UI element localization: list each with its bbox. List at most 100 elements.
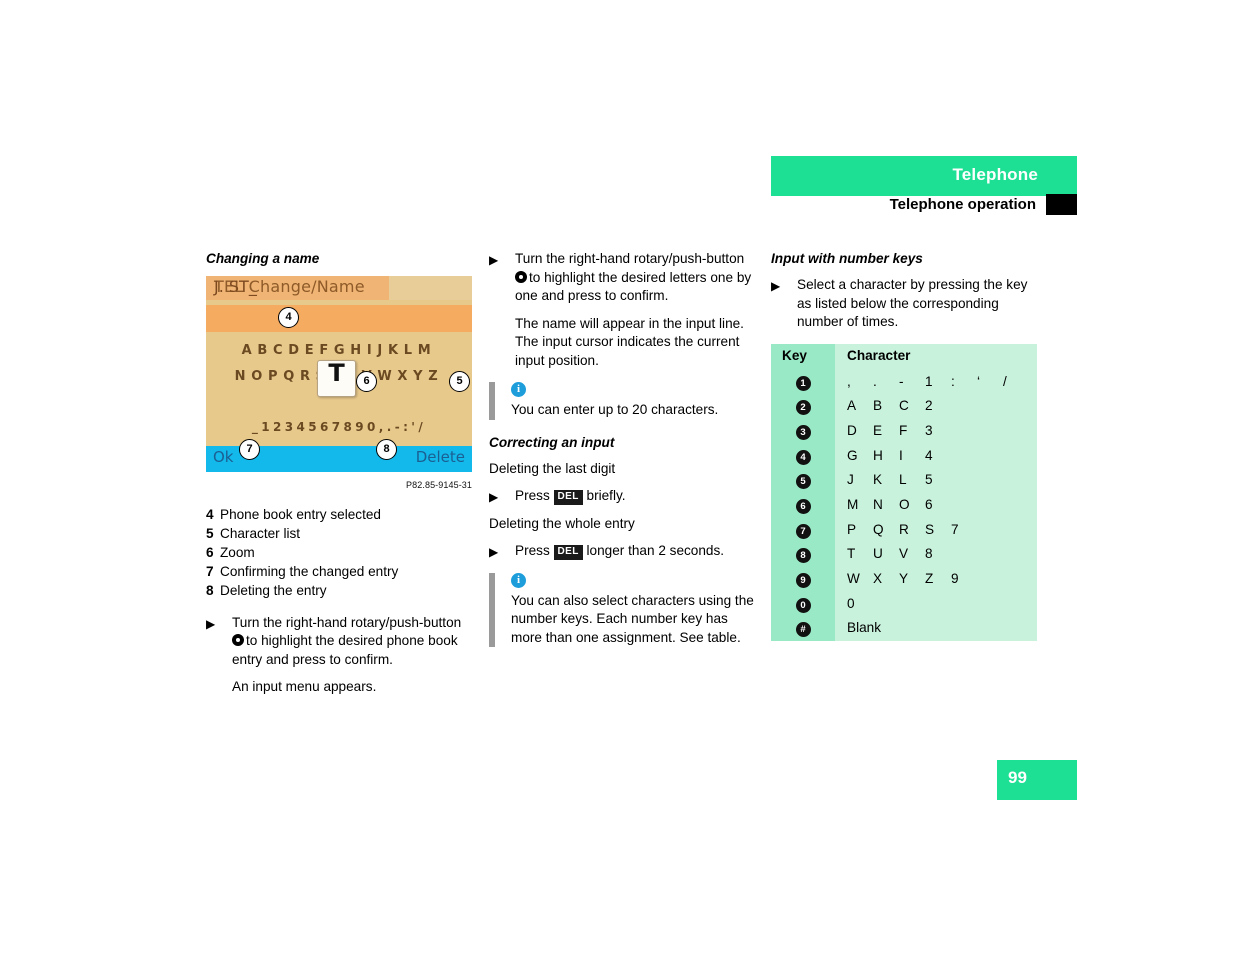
info-icon: i xyxy=(511,572,526,588)
page-number: 99 xyxy=(1008,768,1027,787)
device-input-line xyxy=(206,305,472,332)
character-glyph: 0 xyxy=(847,595,855,611)
legend-number: 7 xyxy=(206,563,214,579)
character-cell: GHI 4 xyxy=(835,443,1037,469)
step-arrow-icon: ▶ xyxy=(206,616,216,631)
callout-5: 5 xyxy=(449,371,470,392)
number-key-character-table: Key Character 1,. -1: ‘/2 A B C 2 3 D E F 3 4 G H I 4 5 J K… xyxy=(771,343,1037,642)
character-glyph: U xyxy=(873,546,883,562)
character-glyph: - xyxy=(899,373,904,389)
character-glyph: X xyxy=(873,571,883,587)
character-glyph: 7 xyxy=(951,521,959,537)
del-key-icon: DEL xyxy=(553,545,583,560)
character-glyph: 8 xyxy=(925,546,933,562)
column-header-key: Key xyxy=(771,343,835,370)
column-right: Input with number keys ▶ Select a charac… xyxy=(771,250,1037,642)
phone-key-icon: 7 xyxy=(795,523,811,539)
callout-4: 4 xyxy=(278,307,299,328)
key-cell: 1 xyxy=(771,369,835,395)
figure-caption: P82.85-9145-31 xyxy=(406,480,472,490)
device-screenshot: TEL Change/Name J. ST_ ABCDEFGHIJKLM NOP… xyxy=(206,276,472,472)
character-glyph: F xyxy=(899,422,908,438)
key-cell: 5 xyxy=(771,468,835,493)
phone-key-icon: 1 xyxy=(795,375,811,391)
key-cell: 7 xyxy=(771,517,835,543)
key-cell: 9 xyxy=(771,567,835,592)
step-select-phonebook-entry: ▶ Turn the right-hand rotary/push-button… xyxy=(206,614,472,670)
character-glyph: A xyxy=(847,398,857,414)
character-glyph: . xyxy=(873,373,877,389)
chapter-title: Telephone xyxy=(952,165,1038,184)
rotary-knob-icon xyxy=(232,634,244,646)
key-cell: 3 xyxy=(771,418,835,444)
character-glyph: 1 xyxy=(925,373,933,389)
character-glyph: P xyxy=(847,521,857,537)
table-row: 6MNO6 xyxy=(771,492,1037,518)
legend-text: Phone book entry selected xyxy=(220,506,381,522)
del-key-icon: DEL xyxy=(553,490,583,505)
column-middle: ▶ Turn the right-hand rotary/push-button… xyxy=(489,250,755,661)
phone-key-icon: # xyxy=(795,622,811,638)
step-text-suffix: longer than 2 seconds. xyxy=(586,543,725,558)
note-text: You can also select characters using the… xyxy=(511,592,754,645)
legend-item: 5 Character list xyxy=(206,524,472,543)
character-cell: T UV8 xyxy=(835,542,1037,567)
step-text: Select a character by pressing the key a… xyxy=(797,277,1028,329)
device-titlebar-filler xyxy=(389,276,472,300)
table-header-row: Key Character xyxy=(771,343,1037,370)
table-row: 5 J KL 5 xyxy=(771,468,1037,493)
character-glyph: D xyxy=(847,422,857,438)
character-glyph: Blank xyxy=(847,620,882,636)
table-row: 7PQRS7 xyxy=(771,517,1037,543)
phone-key-icon: 6 xyxy=(795,499,811,515)
key-cell: 0 xyxy=(771,591,835,617)
character-glyph: 6 xyxy=(925,497,933,513)
character-cell: Blank xyxy=(835,616,1037,642)
character-cell: MNO6 xyxy=(835,492,1037,518)
chapter-header-bar: Telephone xyxy=(771,156,1077,196)
device-input-value: J. ST_ xyxy=(214,277,257,296)
character-glyph: 2 xyxy=(925,398,933,414)
character-glyph: N xyxy=(873,497,883,513)
manual-page: Telephone Telephone operation Changing a… xyxy=(0,0,1235,954)
character-glyph: I xyxy=(899,447,903,463)
subheading-delete-whole-entry: Deleting the whole entry xyxy=(489,515,635,531)
character-cell: 0 xyxy=(835,591,1037,617)
step-arrow-icon: ▶ xyxy=(771,279,781,293)
table-row: 9 WXYZ 9 xyxy=(771,567,1037,592)
step-press-del-long: ▶ Press DEL longer than 2 seconds. xyxy=(489,542,755,561)
character-glyph: 9 xyxy=(951,571,959,587)
character-glyph: R xyxy=(899,521,909,537)
info-icon: i xyxy=(511,382,526,397)
step-text-part2: to highlight the desired letters one by … xyxy=(515,269,752,304)
character-glyph: : xyxy=(951,373,955,389)
table-row: 3 DEF 3 xyxy=(771,418,1037,444)
character-glyph: Y xyxy=(899,571,909,587)
info-note-characters-limit: i You can enter up to 20 characters. xyxy=(489,382,755,420)
figure-legend: 4 Phone book entry selected 5 Character … xyxy=(206,505,472,600)
legend-item: 6 Zoom xyxy=(206,543,472,562)
legend-item: 7 Confirming the changed entry xyxy=(206,562,472,581)
device-digit-row: _1234567890,.-:'/ xyxy=(251,420,427,434)
device-zoom-box: T xyxy=(317,360,356,397)
step-text-suffix: briefly. xyxy=(586,488,626,503)
key-cell: 6 xyxy=(771,492,835,518)
step-select-letters: ▶ Turn the right-hand rotary/push-button… xyxy=(489,250,755,306)
character-glyph: E xyxy=(873,422,883,438)
column-header-character: Character xyxy=(835,343,1037,370)
phone-key-icon: 5 xyxy=(795,474,811,490)
legend-text: Deleting the entry xyxy=(220,582,327,598)
section-header: Telephone operation xyxy=(771,194,1077,218)
key-cell: 8 xyxy=(771,542,835,567)
legend-text: Zoom xyxy=(220,544,255,560)
section-title: Telephone operation xyxy=(889,196,1036,213)
phone-key-icon: 0 xyxy=(795,597,811,613)
column-left: Changing a name TEL Change/Name J. ST_ A… xyxy=(206,250,472,706)
character-cell: J KL 5 xyxy=(835,468,1037,493)
character-cell: WXYZ 9 xyxy=(835,567,1037,592)
character-glyph: K xyxy=(873,472,883,488)
phone-key-icon: 2 xyxy=(795,400,811,416)
step-result-text: The name will appear in the input line. … xyxy=(515,315,744,368)
heading-input-with-number-keys: Input with number keys xyxy=(771,251,923,266)
step-text-part1: Turn the right-hand rotary/push-button xyxy=(232,614,462,630)
